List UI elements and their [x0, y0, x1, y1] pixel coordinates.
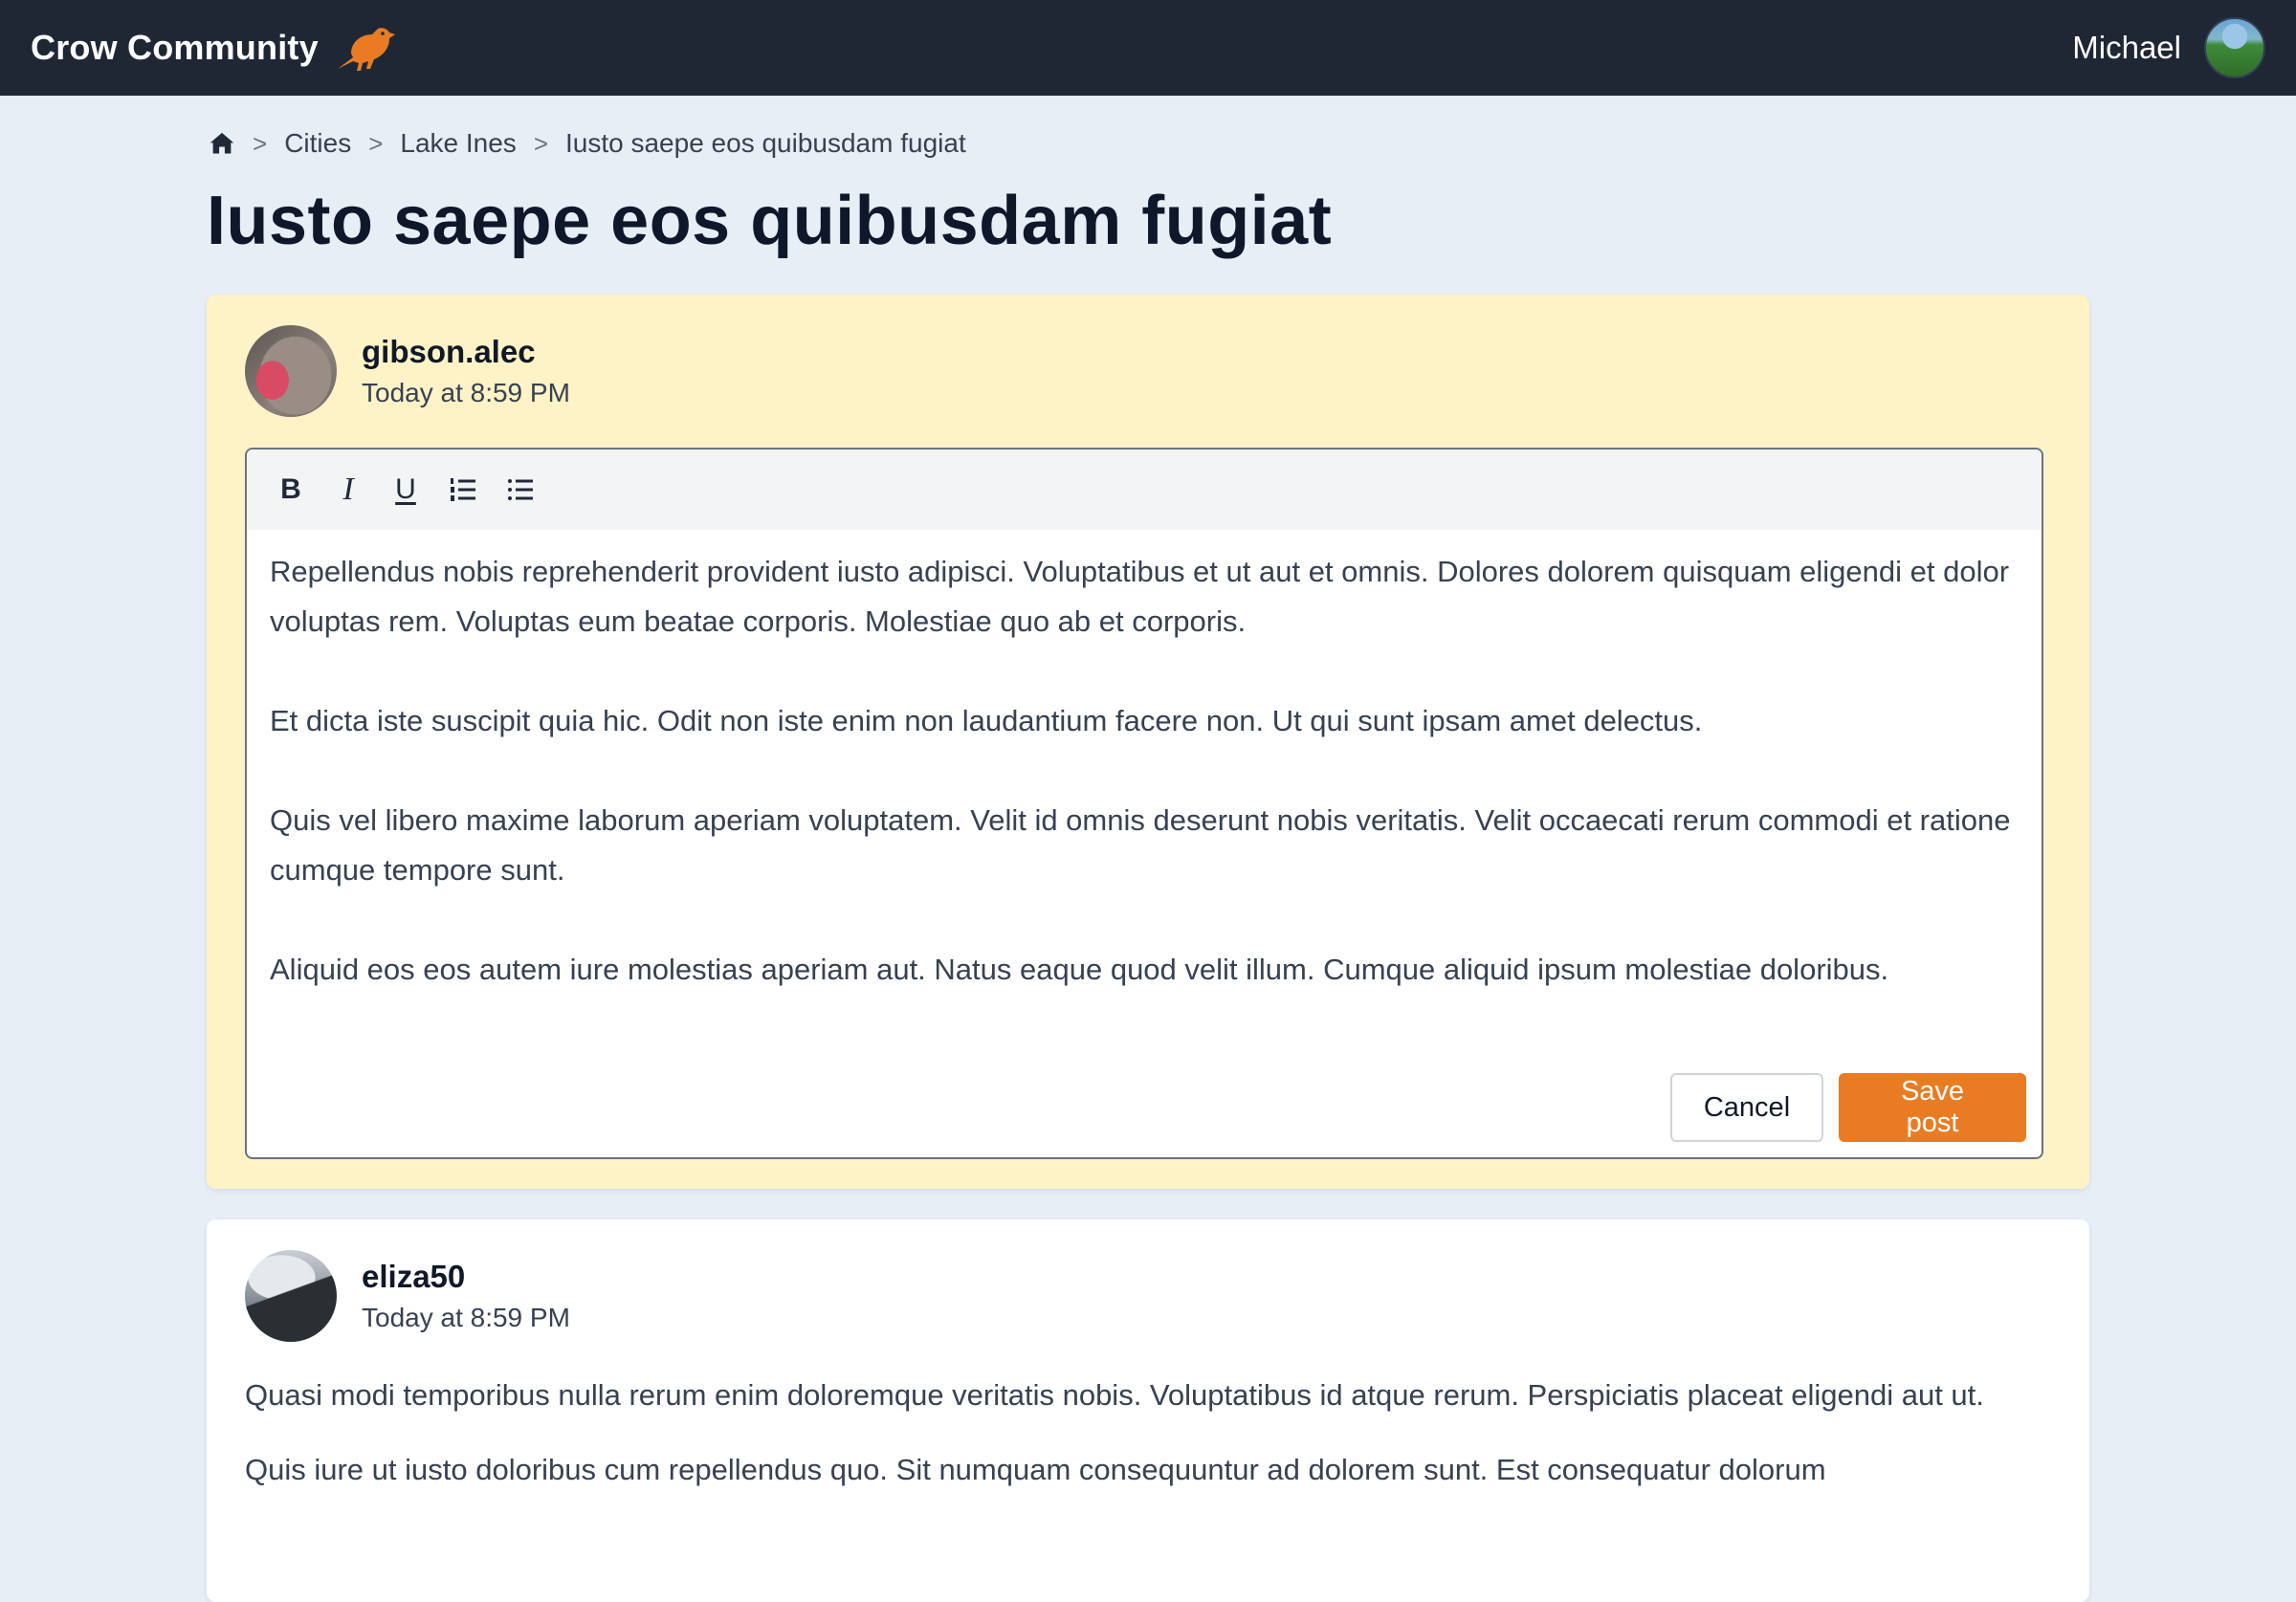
breadcrumb-item-current: Iusto saepe eos quibusdam fugiat — [565, 128, 966, 158]
bullet-list-button[interactable] — [501, 471, 540, 509]
editor-paragraph[interactable]: Quis vel libero maxime laborum aperiam v… — [270, 796, 2019, 895]
author-avatar[interactable] — [245, 325, 337, 417]
save-post-button[interactable]: Save post — [1839, 1073, 2026, 1142]
page-title: Iusto saepe eos quibusdam fugiat — [207, 183, 1333, 259]
breadcrumb-separator: > — [253, 128, 268, 158]
breadcrumb: > Cities > Lake Ines > Iusto saepe eos q… — [209, 124, 966, 163]
breadcrumb-item-lake-ines[interactable]: Lake Ines — [400, 128, 516, 159]
italic-button[interactable]: I — [329, 471, 367, 509]
post-body: Quasi modi temporibus nulla rerum enim d… — [245, 1371, 2043, 1520]
editor-paragraph[interactable]: Aliquid eos eos autem iure molestias ape… — [270, 945, 2019, 995]
home-icon[interactable] — [209, 130, 235, 157]
crow-icon — [337, 28, 395, 71]
post-header: eliza50 Today at 8:59 PM — [245, 1250, 570, 1342]
post-paragraph: Quasi modi temporibus nulla rerum enim d… — [245, 1378, 1984, 1412]
underline-button[interactable]: U — [386, 471, 425, 509]
user-name: Michael — [2072, 30, 2181, 65]
editor-paragraph[interactable]: Et dicta iste suscipit quia hic. Odit no… — [270, 696, 2019, 746]
bold-button[interactable]: B — [272, 471, 310, 509]
user-menu[interactable]: Michael — [2072, 17, 2265, 78]
navbar: Crow Community Michael — [0, 0, 2296, 96]
editor-content[interactable]: Repellendus nobis reprehenderit providen… — [247, 547, 2042, 995]
brand-name: Crow Community — [31, 28, 319, 67]
ordered-list-button[interactable] — [444, 471, 482, 509]
post-meta: gibson.alec Today at 8:59 PM — [362, 334, 570, 408]
post-editing: gibson.alec Today at 8:59 PM B I U Repel… — [207, 295, 2089, 1189]
brand-link[interactable]: Crow Community — [31, 21, 397, 75]
post-meta: eliza50 Today at 8:59 PM — [362, 1259, 570, 1333]
editor-paragraph[interactable]: Repellendus nobis reprehenderit providen… — [270, 547, 2019, 647]
breadcrumb-separator: > — [368, 128, 384, 158]
breadcrumb-item-cities[interactable]: Cities — [284, 128, 351, 159]
editor-toolbar: B I U — [247, 450, 2042, 530]
post-timestamp: Today at 8:59 PM — [362, 378, 570, 407]
author-avatar[interactable] — [245, 1250, 337, 1342]
post-paragraph: Quis iure ut iusto doloribus cum repelle… — [245, 1453, 1826, 1486]
editor-actions: Cancel Save post — [1670, 1073, 2026, 1142]
user-avatar[interactable] — [2204, 17, 2265, 78]
post-header: gibson.alec Today at 8:59 PM — [245, 325, 570, 417]
cancel-button[interactable]: Cancel — [1670, 1073, 1823, 1142]
author-name[interactable]: eliza50 — [362, 1259, 570, 1295]
bullet-list-icon — [508, 479, 533, 500]
ordered-list-icon — [451, 478, 475, 501]
post-timestamp: Today at 8:59 PM — [362, 1303, 570, 1332]
author-name[interactable]: gibson.alec — [362, 334, 570, 370]
breadcrumb-separator: > — [533, 128, 548, 158]
post-editor: B I U Repellendus nobis reprehenderit pr… — [245, 448, 2043, 1159]
post: eliza50 Today at 8:59 PM Quasi modi temp… — [207, 1219, 2089, 1602]
